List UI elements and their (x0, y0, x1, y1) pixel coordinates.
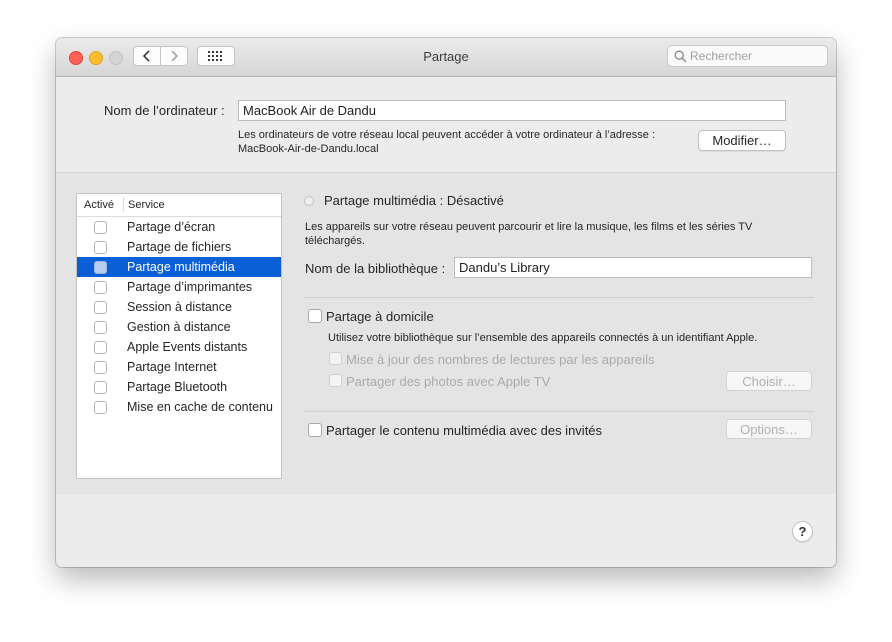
options-button[interactable]: Options… (726, 419, 812, 439)
service-name: Partage multimédia (127, 260, 235, 274)
home-sharing-description: Utilisez votre bibliothèque sur l’ensemb… (328, 332, 758, 344)
home-sharing-label: Partage à domicile (326, 309, 434, 324)
service-enable-checkbox[interactable] (94, 401, 107, 414)
search-field[interactable] (667, 45, 828, 67)
choose-button[interactable]: Choisir… (726, 371, 812, 391)
service-row[interactable]: Partage Internet (77, 357, 281, 377)
service-enable-checkbox[interactable] (94, 261, 107, 274)
library-name-label: Nom de la bibliothèque : (305, 261, 446, 276)
service-name: Gestion à distance (127, 320, 231, 334)
computer-name-label: Nom de l’ordinateur : (104, 103, 225, 118)
share-photos-checkbox[interactable] (329, 374, 342, 387)
service-enable-checkbox[interactable] (94, 301, 107, 314)
service-name: Apple Events distants (127, 340, 248, 354)
service-row[interactable]: Partage Bluetooth (77, 377, 281, 397)
help-button[interactable]: ? (792, 521, 813, 542)
section-divider (304, 297, 814, 298)
computer-name-section: Nom de l’ordinateur : Les ordinateurs de… (56, 77, 836, 173)
service-enable-checkbox[interactable] (94, 241, 107, 254)
update-play-counts-label: Mise à jour des nombres de lectures par … (346, 352, 655, 367)
service-name: Partage d’écran (127, 220, 216, 234)
service-enable-checkbox[interactable] (94, 321, 107, 334)
service-description-line1: Les appareils sur votre réseau peuvent p… (305, 221, 753, 233)
service-name: Partage de fichiers (127, 240, 232, 254)
service-name: Session à distance (127, 300, 232, 314)
service-name: Partage d’imprimantes (127, 280, 253, 294)
service-name: Partage Bluetooth (127, 380, 228, 394)
services-section: Activé Service Partage d’écran Partage de… (56, 173, 836, 494)
edit-name-button[interactable]: Modifier… (698, 130, 786, 151)
service-row[interactable]: Partage d’imprimantes (77, 277, 281, 297)
share-photos-label: Partager des photos avec Apple TV (346, 374, 551, 389)
service-row[interactable]: Session à distance (77, 297, 281, 317)
service-list[interactable]: Activé Service Partage d’écran Partage de… (76, 193, 282, 479)
service-status-text: Partage multimédia : Désactivé (324, 193, 504, 208)
service-row[interactable]: Partage d’écran (77, 217, 281, 237)
service-row[interactable]: Partage de fichiers (77, 237, 281, 257)
section-divider (304, 411, 814, 412)
address-info-text: Les ordinateurs de votre réseau local pe… (238, 129, 656, 141)
title-bar: Partage (56, 38, 836, 77)
service-list-header: Activé Service (77, 194, 281, 217)
column-header-service[interactable]: Service (128, 199, 165, 211)
share-with-guests-checkbox[interactable] (308, 423, 322, 437)
computer-name-field[interactable] (238, 100, 786, 121)
share-with-guests-label: Partager le contenu multimédia avec des … (326, 423, 603, 438)
service-enable-checkbox[interactable] (94, 361, 107, 374)
service-enable-checkbox[interactable] (94, 221, 107, 234)
status-indicator (304, 196, 314, 206)
update-play-counts-checkbox[interactable] (329, 352, 342, 365)
library-name-field[interactable] (454, 257, 812, 278)
local-address-text: MacBook-Air-de-Dandu.local (238, 143, 379, 155)
sharing-window: Partage Nom de l’ordinateur : Les ordina… (56, 38, 836, 567)
service-row[interactable]: Mise en cache de contenu (77, 397, 281, 417)
column-header-enabled[interactable]: Activé (84, 199, 114, 211)
column-divider (123, 197, 124, 212)
service-description-line2: téléchargés. (305, 235, 365, 247)
service-row[interactable]: Apple Events distants (77, 337, 281, 357)
service-enable-checkbox[interactable] (94, 281, 107, 294)
service-row[interactable]: Partage multimédia (77, 257, 281, 277)
search-icon (674, 50, 687, 63)
home-sharing-checkbox[interactable] (308, 309, 322, 323)
service-name: Mise en cache de contenu (127, 400, 273, 414)
service-enable-checkbox[interactable] (94, 381, 107, 394)
search-input[interactable] (690, 46, 820, 66)
service-enable-checkbox[interactable] (94, 341, 107, 354)
service-name: Partage Internet (127, 360, 217, 374)
service-row[interactable]: Gestion à distance (77, 317, 281, 337)
